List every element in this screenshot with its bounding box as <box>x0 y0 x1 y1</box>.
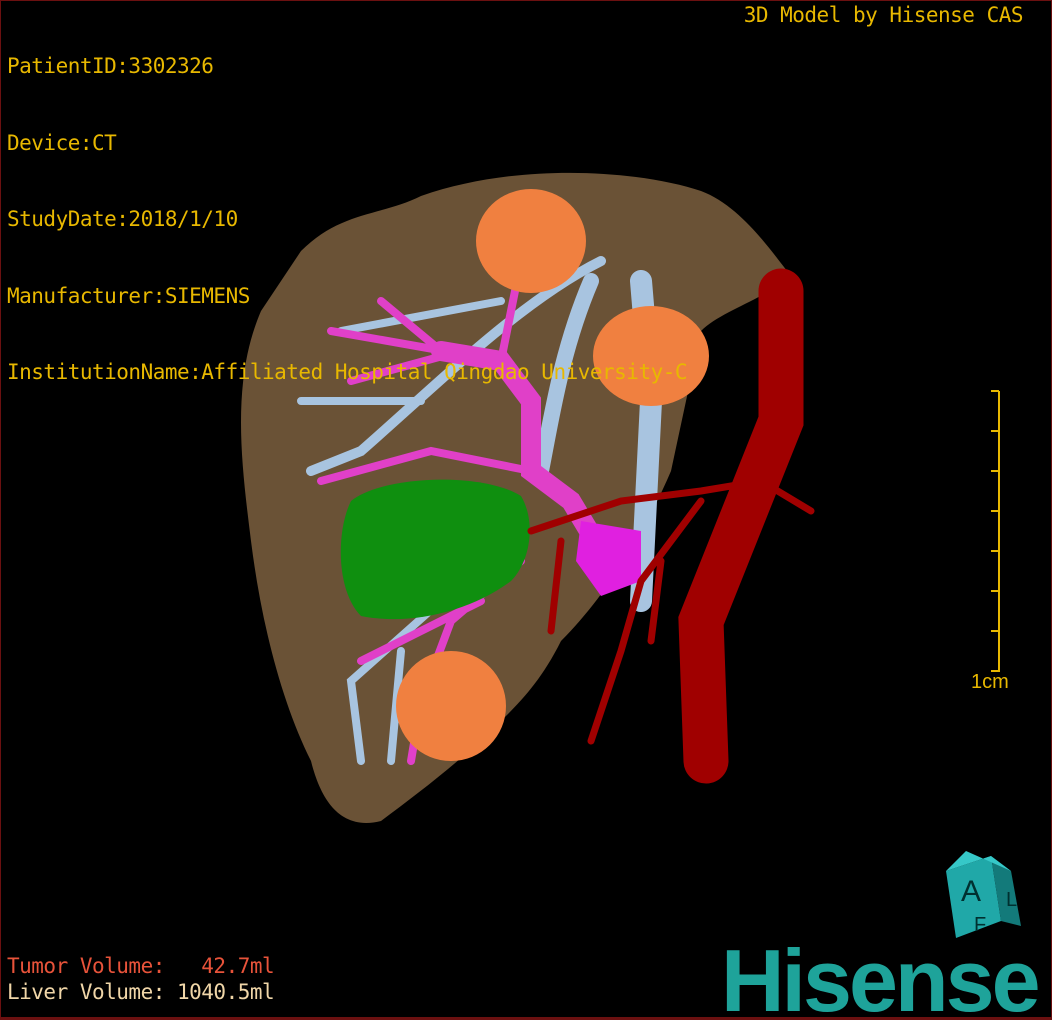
liver-volume: Liver Volume: 1040.5ml <box>7 980 275 1004</box>
3d-viewport[interactable]: PatientID:3302326 Device:CT StudyDate:20… <box>0 0 1052 1020</box>
manufacturer: Manufacturer:SIEMENS <box>7 283 250 308</box>
svg-text:A: A <box>961 875 981 908</box>
tumor-volume: Tumor Volume: 42.7ml <box>7 954 275 978</box>
study-date: StudyDate:2018/1/10 <box>7 207 238 231</box>
institution-name: InstitutionName:Affiliated Hospital Qing… <box>7 360 688 384</box>
scale-bar-label: 1cm <box>971 671 1009 693</box>
model-credit: 3D Model by Hisense CAS <box>743 3 1024 27</box>
hisense-logo: Hisense <box>721 931 1041 1020</box>
patient-info-overlay: PatientID:3302326 Device:CT StudyDate:20… <box>7 3 688 437</box>
svg-text:L: L <box>1006 889 1017 911</box>
scale-bar <box>991 390 1000 672</box>
patient-id: PatientID:3302326 <box>7 54 214 78</box>
device: Device:CT <box>7 130 117 155</box>
